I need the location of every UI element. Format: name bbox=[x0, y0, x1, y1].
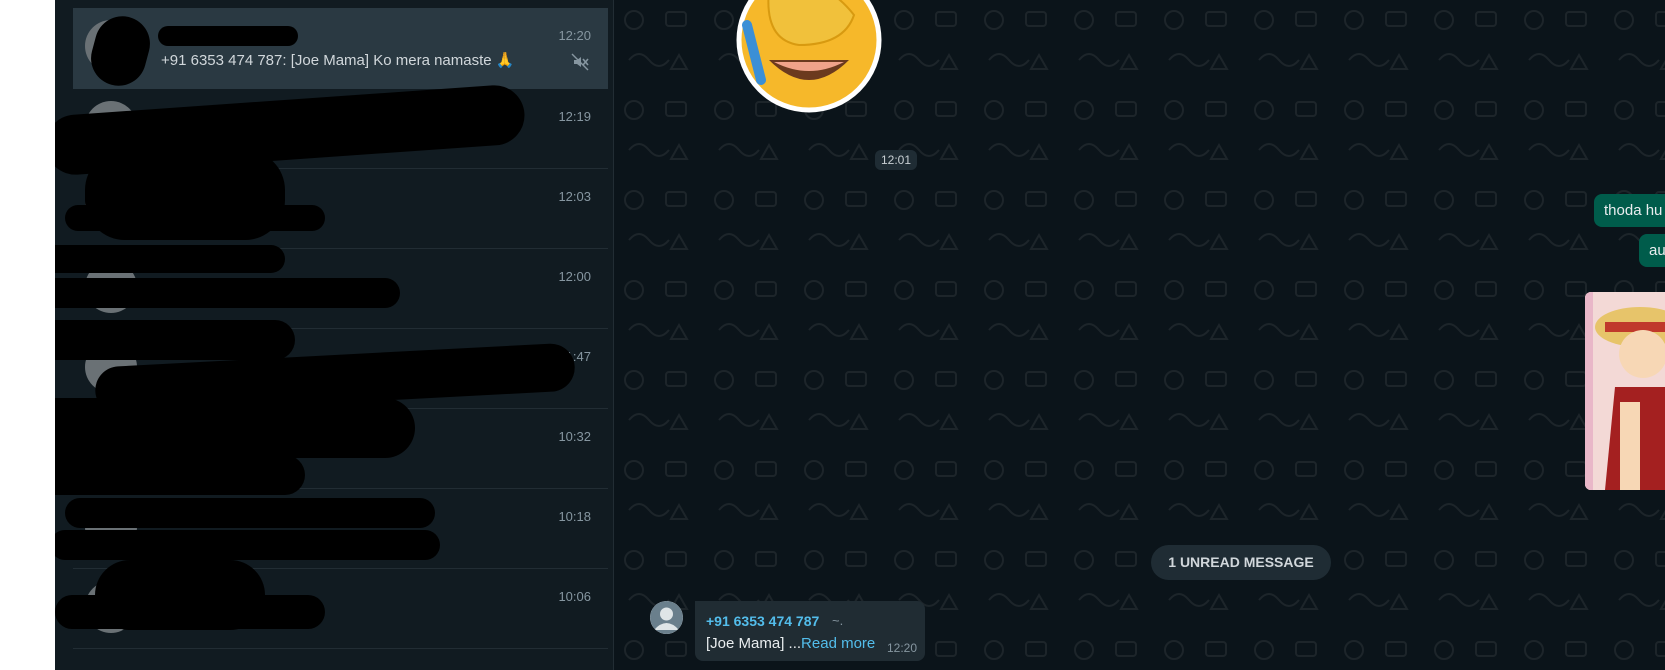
folded-hands-emoji: 🙏 bbox=[495, 52, 515, 69]
redaction-mark bbox=[55, 595, 325, 629]
sticker-time: 12:01 bbox=[875, 150, 918, 170]
outgoing-message[interactable]: au bbox=[1639, 234, 1665, 267]
message-body: [Joe Mama] ...Read more bbox=[706, 635, 875, 652]
facepalm-laughing-sticker[interactable] bbox=[729, 0, 889, 125]
redaction-mark bbox=[158, 26, 298, 46]
shared-image[interactable] bbox=[1585, 292, 1665, 490]
chat-preview: +91 6353 474 787: [Joe Mama] Ko mera nam… bbox=[161, 51, 514, 69]
chat-time: 12:19 bbox=[558, 109, 591, 124]
mute-icon bbox=[571, 53, 589, 71]
redaction-mark bbox=[84, 10, 157, 92]
chat-time: 12:00 bbox=[558, 269, 591, 284]
chat-list-panel: 12:20 +91 6353 474 787: [Joe Mama] Ko me… bbox=[55, 0, 614, 670]
default-avatar-icon[interactable] bbox=[650, 601, 683, 634]
chat-time: 12:20 bbox=[558, 28, 591, 43]
read-more-link[interactable]: Read more bbox=[801, 635, 875, 652]
redaction-mark bbox=[55, 398, 415, 458]
outer-margin bbox=[0, 0, 55, 670]
redaction-mark bbox=[65, 205, 325, 231]
outgoing-message[interactable]: thoda hu bbox=[1594, 194, 1665, 227]
chat-time: 12:03 bbox=[558, 189, 591, 204]
chat-time: 10:32 bbox=[558, 429, 591, 444]
message-text: [Joe Mama] ... bbox=[706, 635, 802, 652]
redaction-mark bbox=[65, 498, 435, 528]
redaction-mark bbox=[55, 278, 400, 308]
chat-time: 10:06 bbox=[558, 589, 591, 604]
chat-time: 10:18 bbox=[558, 509, 591, 524]
message-time: 12:20 bbox=[886, 641, 917, 655]
conversation-panel[interactable]: 12:01 thoda hu au 1 UNREAD MESSAGE +91 6… bbox=[614, 0, 1665, 670]
unread-divider: 1 UNREAD MESSAGE bbox=[1151, 545, 1331, 580]
message-sender[interactable]: +91 6353 474 787 bbox=[706, 613, 819, 629]
sender-tag: ~. bbox=[832, 613, 844, 628]
redaction-mark bbox=[55, 245, 285, 273]
cartoon-character-image bbox=[1585, 292, 1665, 490]
chat-row-active[interactable]: 12:20 +91 6353 474 787: [Joe Mama] Ko me… bbox=[73, 8, 608, 92]
redaction-mark bbox=[55, 320, 295, 360]
redaction-mark bbox=[55, 530, 440, 560]
incoming-message[interactable]: +91 6353 474 787 ~. [Joe Mama] ...Read m… bbox=[695, 601, 925, 661]
redaction-mark bbox=[55, 455, 305, 495]
chat-preview-text: +91 6353 474 787: [Joe Mama] Ko mera nam… bbox=[161, 52, 492, 69]
